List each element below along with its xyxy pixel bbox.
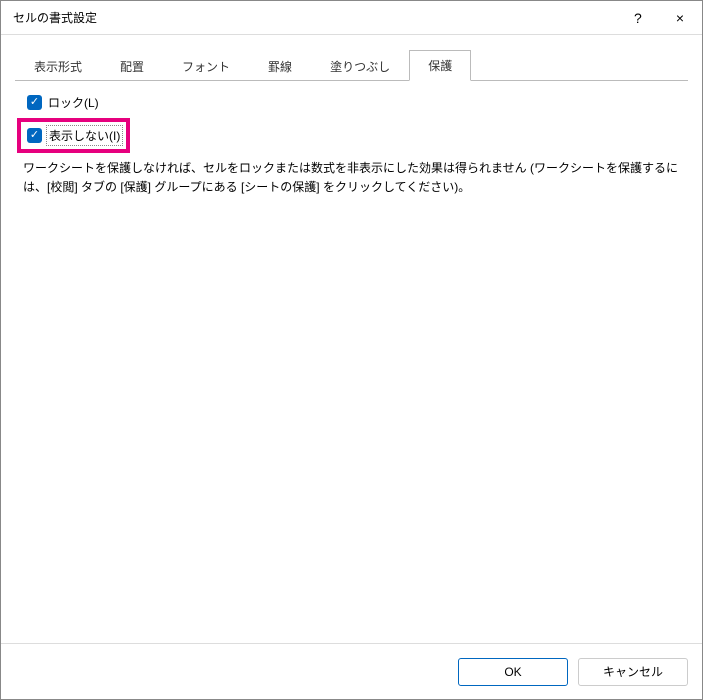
tab-alignment[interactable]: 配置 — [101, 51, 163, 81]
hidden-label: 表示しない(I) — [46, 125, 123, 146]
content-area: 表示形式 配置 フォント 罫線 塗りつぶし 保護 ロック(L) 表示しない(I)… — [1, 35, 702, 643]
protection-description: ワークシートを保護しなければ、セルをロックまたは数式を非表示にした効果は得られま… — [23, 159, 680, 197]
cell-format-dialog: セルの書式設定 ? × 表示形式 配置 フォント 罫線 塗りつぶし 保護 ロック… — [0, 0, 703, 700]
close-button[interactable]: × — [666, 6, 694, 30]
tab-fill[interactable]: 塗りつぶし — [311, 51, 409, 81]
hidden-highlight: 表示しない(I) — [17, 118, 130, 153]
help-button[interactable]: ? — [624, 6, 652, 30]
ok-button[interactable]: OK — [458, 658, 568, 686]
titlebar: セルの書式設定 ? × — [1, 1, 702, 35]
tab-border[interactable]: 罫線 — [249, 51, 311, 81]
titlebar-controls: ? × — [624, 6, 694, 30]
lock-row: ロック(L) — [23, 93, 680, 112]
dialog-title: セルの書式設定 — [13, 9, 97, 26]
lock-label: ロック(L) — [46, 93, 101, 112]
protection-panel: ロック(L) 表示しない(I) ワークシートを保護しなければ、セルをロックまたは… — [15, 80, 688, 643]
button-bar: OK キャンセル — [1, 643, 702, 699]
tab-number-format[interactable]: 表示形式 — [15, 51, 101, 81]
hidden-checkbox[interactable] — [27, 128, 42, 143]
cancel-button[interactable]: キャンセル — [578, 658, 688, 686]
lock-checkbox[interactable] — [27, 95, 42, 110]
tab-protection[interactable]: 保護 — [409, 50, 471, 81]
tab-font[interactable]: フォント — [163, 51, 249, 81]
tab-strip: 表示形式 配置 フォント 罫線 塗りつぶし 保護 — [15, 49, 688, 80]
